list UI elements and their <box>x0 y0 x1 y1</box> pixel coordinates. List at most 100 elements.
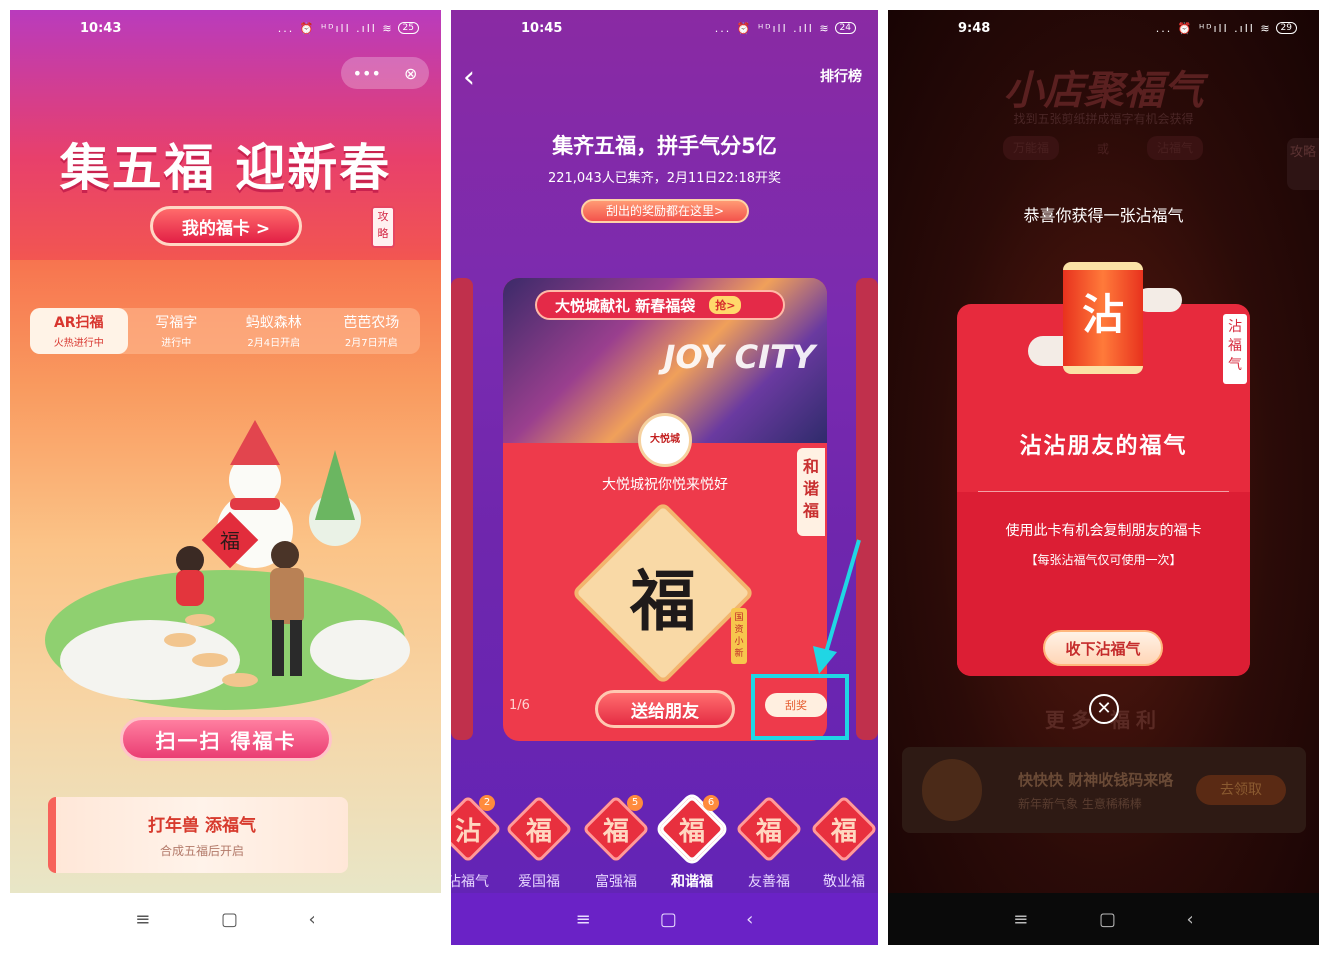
fu-name: 敬业福 <box>823 874 865 890</box>
fu-name: 爱国福 <box>518 874 560 890</box>
card-note: 【每张沾福气仅可使用一次】 <box>1025 553 1182 567</box>
sponsor-logo: 大悦城 <box>638 413 692 467</box>
fu-count-badge: 5 <box>627 795 643 811</box>
fu-item-selected[interactable]: 福 6 和谐福 <box>657 795 727 891</box>
home-icon[interactable]: ▢ <box>1099 909 1116 930</box>
highlight-box <box>751 674 849 740</box>
dimmed-or: 或 <box>1096 142 1109 156</box>
page-title: 集五福 迎新春 <box>59 139 392 197</box>
dimmed-chip: 万能福 <box>1003 136 1060 160</box>
screen-share-luck-popup: 9:48 ... ⏰ ᴴᴰıll .ıll ≋ 29 小店聚福气 找到五张剪纸拼… <box>888 10 1319 945</box>
fu-char: 福 <box>830 817 857 847</box>
fu-char: 沾 <box>454 817 481 847</box>
scan-fu-button[interactable]: 扫一扫 得福卡 <box>120 717 332 761</box>
close-icon[interactable]: ⊗ <box>404 64 417 83</box>
sponsor-banner[interactable]: 大悦城献礼 新春福袋 抢> <box>535 290 785 320</box>
fu-char: 福 <box>525 817 552 847</box>
fu-card-list: 沾 2 沾福气 福 爱国福 福 5 富强福 福 6 和谐福 福 友善福 福 敬业… <box>451 795 878 895</box>
card-title: 沾沾朋友的福气 <box>1019 434 1188 459</box>
grab-badge[interactable]: 抢> <box>709 296 742 314</box>
home-icon[interactable]: ▢ <box>660 909 677 930</box>
card-description: 使用此卡有机会复制朋友的福卡 <box>1005 523 1202 539</box>
fu-char: 福 <box>678 817 705 847</box>
back-icon[interactable]: ‹ <box>309 909 316 930</box>
status-time: 10:43 <box>80 20 122 36</box>
congrats-text: 恭喜你获得一张沾福气 <box>1023 206 1184 225</box>
close-icon[interactable]: ✕ <box>1089 694 1119 724</box>
screen-five-fortunes-home: 10:43 ... ⏰ ᴴᴰıll .ıll ≋ 25 ••• ⊗ 集五福 迎新… <box>10 10 441 945</box>
beast-title: 打年兽 添福气 <box>148 816 256 836</box>
dimmed-chip-row: 万能福 或 沾福气 <box>1003 136 1203 160</box>
god-of-wealth-icon <box>922 759 982 821</box>
fight-beast-banner[interactable]: 打年兽 添福气 合成五福后开启 <box>48 797 348 873</box>
fu-char: 福 <box>755 817 782 847</box>
tab-label: AR扫福 <box>53 315 104 331</box>
my-cards-button[interactable]: 我的福卡 > <box>150 206 302 246</box>
fu-item[interactable]: 沾 2 沾福气 <box>451 795 503 891</box>
arrow-annotation-icon <box>813 539 861 674</box>
menu-icon[interactable]: ≡ <box>576 909 591 930</box>
tab-write-fu[interactable]: 写福字 进行中 <box>128 308 226 354</box>
guide-button[interactable]: 攻略 <box>371 206 395 248</box>
back-icon[interactable]: ‹ <box>463 60 475 95</box>
beast-subtitle: 合成五福后开启 <box>159 844 244 858</box>
status-bar: 9:48 ... ⏰ ᴴᴰıll .ıll ≋ 29 <box>888 10 1319 46</box>
status-time: 9:48 <box>958 20 991 36</box>
headline: 集齐五福，拼手气分5亿 <box>552 134 777 158</box>
activity-tabs: AR扫福 火热进行中 写福字 进行中 蚂蚁森林 2月4日开启 芭芭农场 2月7日… <box>30 308 420 354</box>
fu-char: 福 <box>602 817 629 847</box>
fu-item[interactable]: 福 友善福 <box>734 795 804 891</box>
tab-baba-farm[interactable]: 芭芭农场 2月7日开启 <box>323 308 421 354</box>
tab-ar-scan[interactable]: AR扫福 火热进行中 <box>30 308 128 354</box>
back-icon[interactable]: ‹ <box>746 909 753 930</box>
menu-icon[interactable]: ≡ <box>135 909 150 930</box>
divider <box>978 491 1229 492</box>
home-icon[interactable]: ▢ <box>221 909 238 930</box>
status-icons: ... ⏰ ᴴᴰıll .ıll ≋ <box>714 21 831 35</box>
dimmed-chip: 沾福气 <box>1146 136 1203 160</box>
battery-icon: 29 <box>1275 22 1297 34</box>
status-bar: 10:45 ... ⏰ ᴴᴰıll .ıll ≋ 24 <box>451 10 878 46</box>
system-nav-bar: ≡ ▢ ‹ <box>10 893 441 945</box>
back-icon[interactable]: ‹ <box>1187 909 1194 930</box>
fu-card: JOY CITY 大悦城献礼 新春福袋 抢> 大悦城 大悦城祝你悦来悦好 和谐福… <box>503 278 827 741</box>
accept-button[interactable]: 收下沾福气 <box>1043 630 1163 666</box>
card-type-label: 和谐福 <box>797 448 825 536</box>
tab-label: 蚂蚁森林 <box>245 315 302 331</box>
fu-name: 友善福 <box>748 874 790 890</box>
fu-item[interactable]: 福 敬业福 <box>809 795 878 891</box>
fu-item[interactable]: 福 5 富强福 <box>581 795 651 891</box>
battery-icon: 25 <box>397 22 419 34</box>
tab-label: 写福字 <box>155 315 198 331</box>
tab-ant-forest[interactable]: 蚂蚁森林 2月4日开启 <box>225 308 323 354</box>
collected-count: 221,043人已集齐，2月11日22:18开奖 <box>547 171 782 186</box>
card-type-label: 沾福气 <box>1223 314 1247 384</box>
luck-lantern: 沾 <box>1063 262 1143 374</box>
screen-fu-cards: 10:45 ... ⏰ ᴴᴰıll .ıll ≋ 24 ‹ 排行榜 集齐五福，拼… <box>451 10 878 945</box>
status-bar: 10:43 ... ⏰ ᴴᴰıll .ıll ≋ 25 <box>10 10 441 46</box>
tab-status: 2月4日开启 <box>247 338 301 349</box>
promo-banner: 快快快 财神收钱码来咯 新年新气象 生意稀稀棒 去领取 <box>902 747 1306 833</box>
status-time: 10:45 <box>521 20 563 36</box>
promo-button: 去领取 <box>1196 775 1286 805</box>
photo-text: JOY CITY <box>663 338 815 376</box>
sponsor-wish: 大悦城祝你悦来悦好 <box>602 477 728 493</box>
promo-title: 快快快 财神收钱码来咯 <box>1018 771 1174 789</box>
more-icon[interactable]: ••• <box>353 64 381 83</box>
dimmed-guide-button: 攻略 <box>1287 138 1319 190</box>
fu-name: 和谐福 <box>671 874 713 890</box>
fu-item[interactable]: 福 爱国福 <box>504 795 574 891</box>
prev-card-peek[interactable] <box>451 278 473 740</box>
mascot-tag: 国资小新 <box>731 608 747 664</box>
menu-icon[interactable]: ≡ <box>1013 909 1028 930</box>
miniapp-capsule: ••• ⊗ <box>341 57 429 89</box>
tab-status: 2月7日开启 <box>344 338 398 349</box>
dimmed-page-title: 小店聚福气 <box>1003 68 1204 114</box>
rewards-button[interactable]: 刮出的奖励都在这里> <box>581 199 749 223</box>
card-page-indicator: 1/6 <box>509 698 530 713</box>
ranking-link[interactable]: 排行榜 <box>820 66 862 86</box>
system-nav-bar: ≡ ▢ ‹ <box>451 893 878 945</box>
tab-label: 芭芭农场 <box>343 315 400 331</box>
send-to-friend-button[interactable]: 送给朋友 <box>595 690 735 728</box>
battery-icon: 24 <box>834 22 856 34</box>
